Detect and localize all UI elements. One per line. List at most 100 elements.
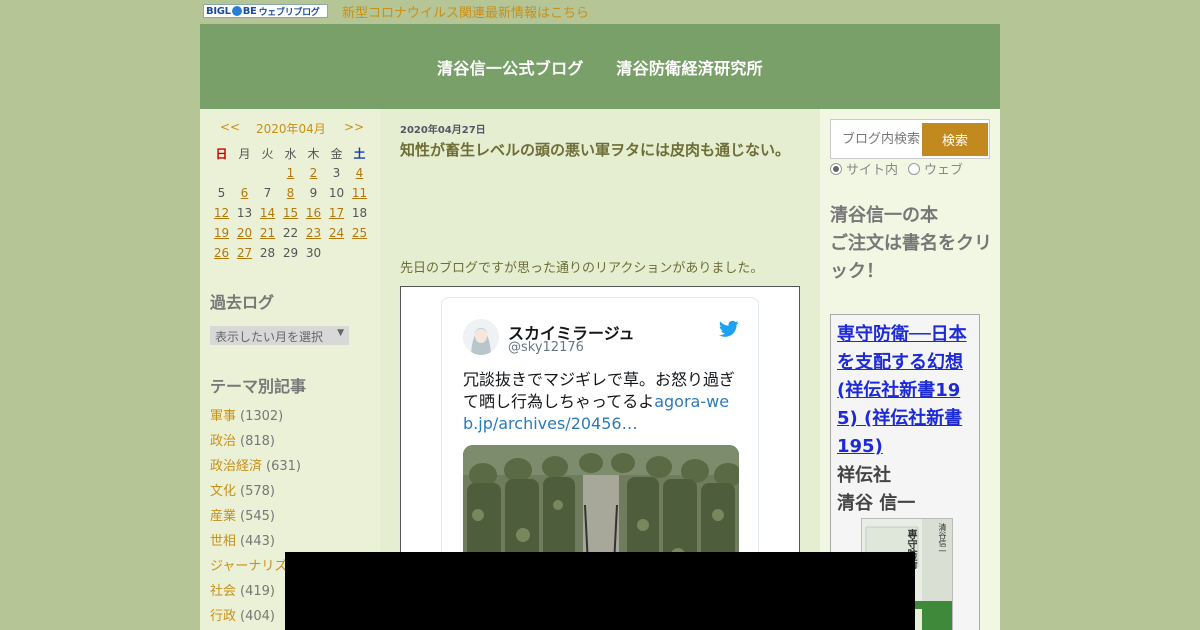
theme-count: (404) [240,609,275,624]
calendar-day-link[interactable]: 27 [237,246,252,260]
post-date: 2020年04月27日 [400,125,486,136]
theme-link[interactable]: 産業 [210,509,236,524]
calendar-week-row: 19 20 21 22 23 24 25 [210,223,371,243]
theme-link[interactable]: 政治経済 [210,459,262,474]
radio-web-icon[interactable] [908,162,921,175]
calendar-day-link[interactable]: 25 [352,226,367,240]
calendar-week-row: 12 13 14 15 16 17 18 [210,203,371,223]
calendar-month-link[interactable]: 2020年04月 [256,120,326,137]
calendar-day-link[interactable]: 24 [329,226,344,240]
theme-list-item: 政治経済 (631) [210,455,304,480]
calendar-day-cell: 27 [233,243,256,263]
dropdown-arrow-icon: ▼ [337,328,344,338]
calendar-day-cell: 2 [302,163,325,183]
theme-heading: テーマ別記事 [210,377,307,396]
calendar-weekday: 土 [353,146,366,161]
calendar-day-cell: 11 [348,183,371,203]
calendar-day-link[interactable]: 12 [214,206,229,220]
calendar-weekday: 金 [330,146,343,161]
calendar-day-cell: 13 [236,206,253,220]
calendar-day-link[interactable]: 6 [241,186,249,200]
theme-list-item: 政治 (818) [210,430,304,455]
calendar-weekday: 火 [261,146,274,161]
calendar-day-link[interactable]: 23 [306,226,321,240]
calendar-day-link[interactable]: 16 [306,206,321,220]
logo-subtext: ウェブリブログ [258,7,320,18]
theme-list-item: 産業 (545) [210,505,304,530]
calendar-day-cell: 8 [279,183,302,203]
radio-site-icon[interactable] [830,162,842,175]
theme-link[interactable]: 行政 [210,609,236,624]
calendar-day-cell [325,243,348,263]
calendar-week-row: 5 6 7 8 9 10 11 [210,183,371,203]
calendar-day-cell [233,163,256,183]
calendar-day-cell [210,163,233,183]
calendar-prev-link[interactable]: << [220,120,240,134]
calendar-day-cell: 18 [351,206,368,220]
theme-count: (631) [266,459,301,474]
calendar-day-cell: 14 [256,203,279,223]
calendar-day-link[interactable]: 8 [287,186,295,200]
search-input[interactable] [832,121,920,157]
calendar-day-link[interactable]: 19 [214,226,229,240]
calendar-day-link[interactable]: 1 [287,166,295,180]
book-title-link[interactable]: 専守防衛──日本を支配する幻想 (祥伝社新書195) (祥伝社新書 195) [837,321,977,461]
search-scope-site-label[interactable]: サイト内 [846,159,898,178]
logo-text: BIGL [206,5,231,17]
biglobe-logo[interactable]: BIGL BE ウェブリブログ [203,4,328,18]
book-publisher: 祥伝社 [837,465,891,486]
calendar-day-cell: 17 [325,203,348,223]
theme-count: (443) [240,534,275,549]
tweet-text: 冗談抜きでマジギレで草。お怒り過ぎて晒し行為しちゃってるよagora-web.j… [463,369,743,435]
calendar-day-cell: 6 [233,183,256,203]
calendar-day-link[interactable]: 14 [260,206,275,220]
twitter-bird-icon[interactable] [719,320,739,338]
calendar-day-cell: 7 [263,186,272,200]
avatar[interactable] [463,319,499,355]
theme-list-item: 文化 (578) [210,480,304,505]
video-player-overlay[interactable] [285,552,915,630]
theme-link[interactable]: 社会 [210,584,236,599]
calendar-week-row: 26 27 28 29 30 [210,243,371,263]
theme-link[interactable]: 世相 [210,534,236,549]
globe-icon [231,6,242,16]
calendar-week-row: 1 23 4 [210,163,371,183]
calendar-day-link[interactable]: 4 [356,166,364,180]
search-button[interactable]: 検索 [922,123,988,156]
archive-month-select[interactable]: 表示したい月を選択 ▼ [210,326,349,345]
archive-select-label: 表示したい月を選択 [215,330,324,344]
calendar-day-cell [256,163,279,183]
calendar-day-link[interactable]: 26 [214,246,229,260]
calendar: 日月火水木金土 1 2 3 4 5 6 7 8 9 10 11 12 13 14 15 16 17 18 19 20 2… [210,143,371,263]
calendar-day-cell: 4 [348,163,371,183]
theme-link[interactable]: 政治 [210,434,236,449]
calendar-day-cell: 10 [328,186,345,200]
search-scope-web-label[interactable]: ウェブ [924,159,963,178]
book-cover-author: 清谷信一 [938,523,947,555]
calendar-day-link[interactable]: 20 [237,226,252,240]
blog-title[interactable]: 清谷信一公式ブログ 清谷防衛経済研究所 [437,55,763,79]
post-title[interactable]: 知性が畜生レベルの頭の悪い軍ヲタには皮肉も通じない。 [400,140,795,160]
calendar-day-link[interactable]: 15 [283,206,298,220]
theme-count: (545) [240,509,275,524]
calendar-day-cell: 30 [305,246,322,260]
corona-notice-link[interactable]: 新型コロナウイルス関連最新情報はこちら [342,2,589,21]
calendar-day-cell: 26 [210,243,233,263]
calendar-day-cell: 20 [233,223,256,243]
calendar-weekday: 日 [215,146,228,161]
tweet-author-handle[interactable]: @sky12176 [508,340,584,355]
calendar-day-cell: 21 [256,223,279,243]
theme-link[interactable]: 軍事 [210,409,236,424]
theme-link[interactable]: 文化 [210,484,236,499]
calendar-day-link[interactable]: 17 [329,206,344,220]
calendar-day-link[interactable]: 11 [352,186,367,200]
calendar-day-link[interactable]: 2 [310,166,318,180]
calendar-day-cell: 3 [332,166,341,180]
calendar-day-cell: 22 [282,226,299,240]
theme-count: (419) [240,584,275,599]
calendar-weekday: 月 [238,146,251,161]
calendar-day-cell: 1 [279,163,302,183]
calendar-next-link[interactable]: >> [344,120,364,134]
theme-count: (578) [240,484,275,499]
calendar-day-link[interactable]: 21 [260,226,275,240]
